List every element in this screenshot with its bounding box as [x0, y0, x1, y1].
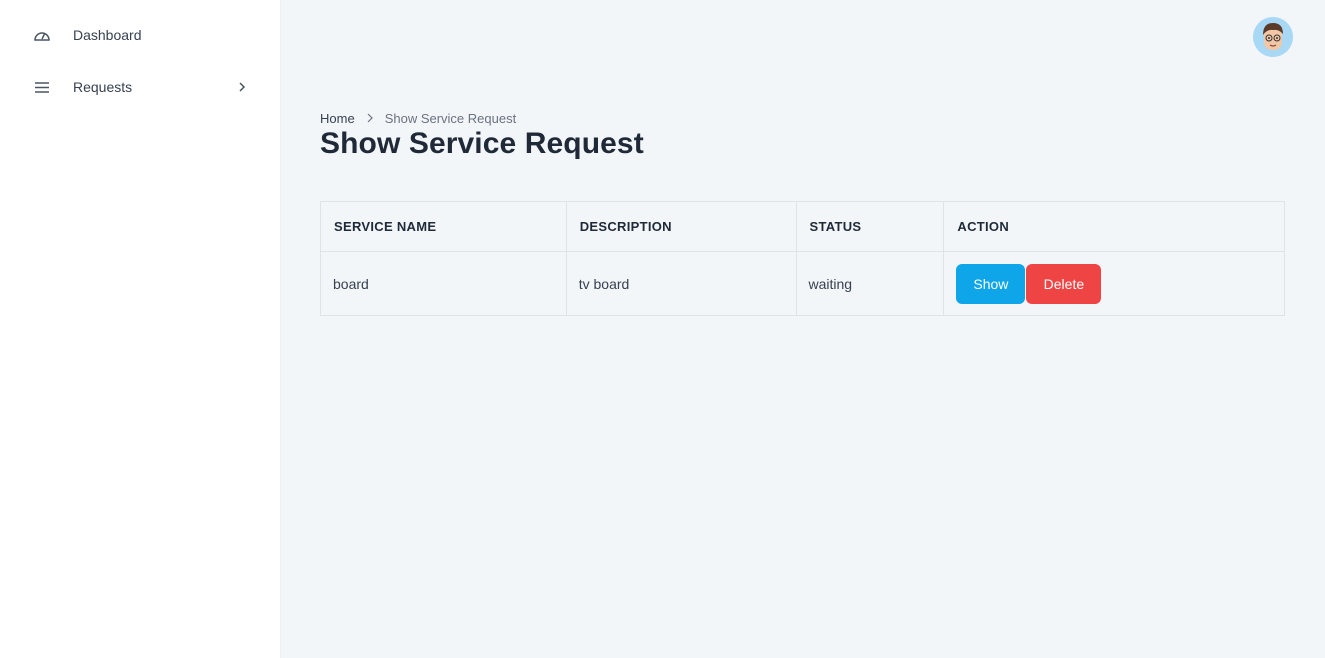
sidebar-item-dashboard[interactable]: Dashboard [0, 15, 281, 55]
gauge-icon [32, 25, 52, 45]
avatar[interactable] [1253, 17, 1293, 57]
menu-icon [32, 77, 52, 97]
table-row: board tv board waiting Show Delete [320, 251, 1285, 316]
column-header-service-name: SERVICE NAME [320, 201, 567, 252]
breadcrumb: Home Show Service Request [320, 109, 516, 127]
breadcrumb-home-link[interactable]: Home [320, 111, 355, 126]
cell-description: tv board [565, 251, 797, 316]
requests-table: SERVICE NAME DESCRIPTION STATUS ACTION b… [320, 201, 1285, 316]
requests-table-container: SERVICE NAME DESCRIPTION STATUS ACTION b… [320, 201, 1285, 316]
delete-button[interactable]: Delete [1026, 263, 1102, 304]
column-header-action: ACTION [943, 201, 1285, 252]
sidebar: Dashboard Requests [0, 0, 281, 658]
column-header-status: STATUS [795, 201, 945, 252]
chevron-right-icon [367, 113, 373, 123]
breadcrumb-current: Show Service Request [384, 110, 517, 126]
sidebar-item-label: Requests [73, 79, 133, 95]
cell-status: waiting [795, 251, 945, 316]
column-header-description: DESCRIPTION [565, 201, 797, 252]
sidebar-item-label: Dashboard [73, 27, 142, 43]
cell-service-name: board [320, 251, 567, 316]
avatar-icon [1253, 17, 1293, 57]
page-title: Show Service Request [320, 127, 644, 160]
table-header-row: SERVICE NAME DESCRIPTION STATUS ACTION [320, 201, 1285, 252]
app-root: Dashboard Requests Home Show Service Req… [0, 0, 1325, 658]
show-button[interactable]: Show [956, 263, 1026, 304]
chevron-right-icon [236, 81, 248, 93]
cell-action: Show Delete [943, 251, 1285, 316]
sidebar-item-requests[interactable]: Requests [0, 67, 281, 107]
